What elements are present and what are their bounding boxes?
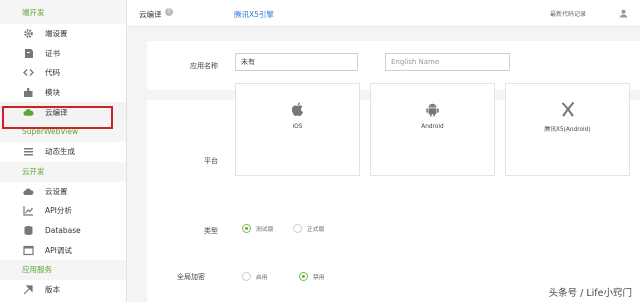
api-debug-icon: [23, 245, 34, 256]
app-name-input[interactable]: [235, 53, 358, 71]
radio-label: 正式版: [307, 227, 325, 233]
top-bar: 云编译 ? 腾讯X5引擎 最新代码记录: [127, 0, 640, 27]
sidebar-item-label: 代码: [45, 68, 60, 78]
sidebar-item-label: 动态生成: [45, 147, 75, 157]
user-icon[interactable]: [619, 9, 628, 20]
encrypt-disable-radio[interactable]: 禁用: [299, 272, 325, 281]
sidebar-item-label: 证书: [45, 48, 60, 58]
cloud-icon: [23, 107, 34, 118]
platform-card-x5[interactable]: 腾讯X5(Android): [505, 83, 630, 176]
sidebar-item-label: Database: [45, 226, 81, 236]
sidebar-item-cloud-compile[interactable]: 云编译: [0, 102, 126, 122]
radio-label: 测试版: [256, 227, 274, 233]
sidebar-item-label: 版本: [45, 285, 60, 295]
radio-dot: [293, 224, 302, 233]
sidebar-section-superwebview: SuperWebView: [0, 121, 126, 142]
sidebar-item-client-settings[interactable]: 端设置: [0, 24, 126, 44]
android-icon: [371, 102, 494, 117]
type-label: 类型: [204, 227, 218, 235]
sidebar-item-label: API分析: [45, 206, 72, 216]
sidebar-item-modules[interactable]: 模块: [0, 83, 126, 103]
encrypt-enable-radio[interactable]: 启用: [242, 272, 268, 281]
sidebar-section-cloud-dev: 云开发: [0, 161, 126, 182]
page-title: 云编译: [139, 10, 162, 19]
platform-label-x5: 腾讯X5(Android): [544, 127, 591, 133]
code-icon: [23, 67, 34, 78]
cloud-settings-icon: [23, 186, 34, 197]
sidebar: 端开发 端设置 证书 代码 模块 云编译 SuperWebView 动态生成 云…: [0, 0, 127, 302]
encrypt-label: 全局加密: [177, 273, 205, 281]
sidebar-item-code[interactable]: 代码: [0, 63, 126, 83]
chart-icon: [23, 205, 34, 217]
sidebar-item-certificate[interactable]: 证书: [0, 44, 126, 64]
watermark: 头条号 / Life小窍门: [548, 288, 632, 299]
help-icon[interactable]: ?: [165, 8, 173, 16]
sidebar-item-label: API调试: [45, 245, 72, 255]
app-name-label: 应用名称: [190, 62, 218, 70]
sidebar-item-cloud-settings[interactable]: 云设置: [0, 182, 126, 202]
certificate-icon: [23, 48, 34, 59]
sidebar-item-dynamic-generate[interactable]: 动态生成: [0, 142, 126, 162]
type-release-radio[interactable]: 正式版: [293, 224, 324, 233]
x5-icon: [506, 102, 629, 117]
sidebar-item-database[interactable]: Database: [0, 221, 126, 241]
sidebar-item-api-analysis[interactable]: API分析: [0, 201, 126, 221]
version-icon: [23, 284, 34, 295]
sidebar-item-label: 端设置: [45, 29, 68, 39]
sidebar-item-label: 云设置: [45, 186, 68, 196]
sidebar-item-version[interactable]: 版本: [0, 280, 126, 300]
sidebar-item-label: 模块: [45, 88, 60, 98]
radio-label: 禁用: [313, 275, 325, 281]
platform-card-ios[interactable]: iOS: [235, 83, 360, 176]
list-icon: [23, 146, 34, 157]
platform-label-android: Android: [421, 124, 444, 130]
type-test-radio[interactable]: 测试版: [242, 224, 273, 233]
sidebar-item-api-debug[interactable]: API调试: [0, 240, 126, 260]
records-link[interactable]: 最新代码记录: [550, 9, 586, 18]
database-icon: [23, 225, 34, 236]
sidebar-item-label: 云编译: [45, 107, 68, 117]
radio-dot: [299, 272, 308, 281]
sidebar-section-app-services: 应用服务: [0, 259, 126, 280]
radio-label: 启用: [256, 275, 268, 281]
radio-dot: [242, 272, 251, 281]
apple-icon: [236, 102, 359, 117]
platform-card-android[interactable]: Android: [370, 83, 495, 176]
radio-dot: [242, 224, 251, 233]
puzzle-icon: [23, 87, 34, 98]
sidebar-section-client-dev: 端开发: [0, 0, 126, 24]
english-name-input[interactable]: [385, 53, 510, 71]
platform-label: 平台: [204, 157, 218, 165]
gear-icon: [23, 28, 34, 39]
engine-link[interactable]: 腾讯X5引擎: [234, 9, 274, 20]
platform-label-ios: iOS: [292, 124, 303, 130]
